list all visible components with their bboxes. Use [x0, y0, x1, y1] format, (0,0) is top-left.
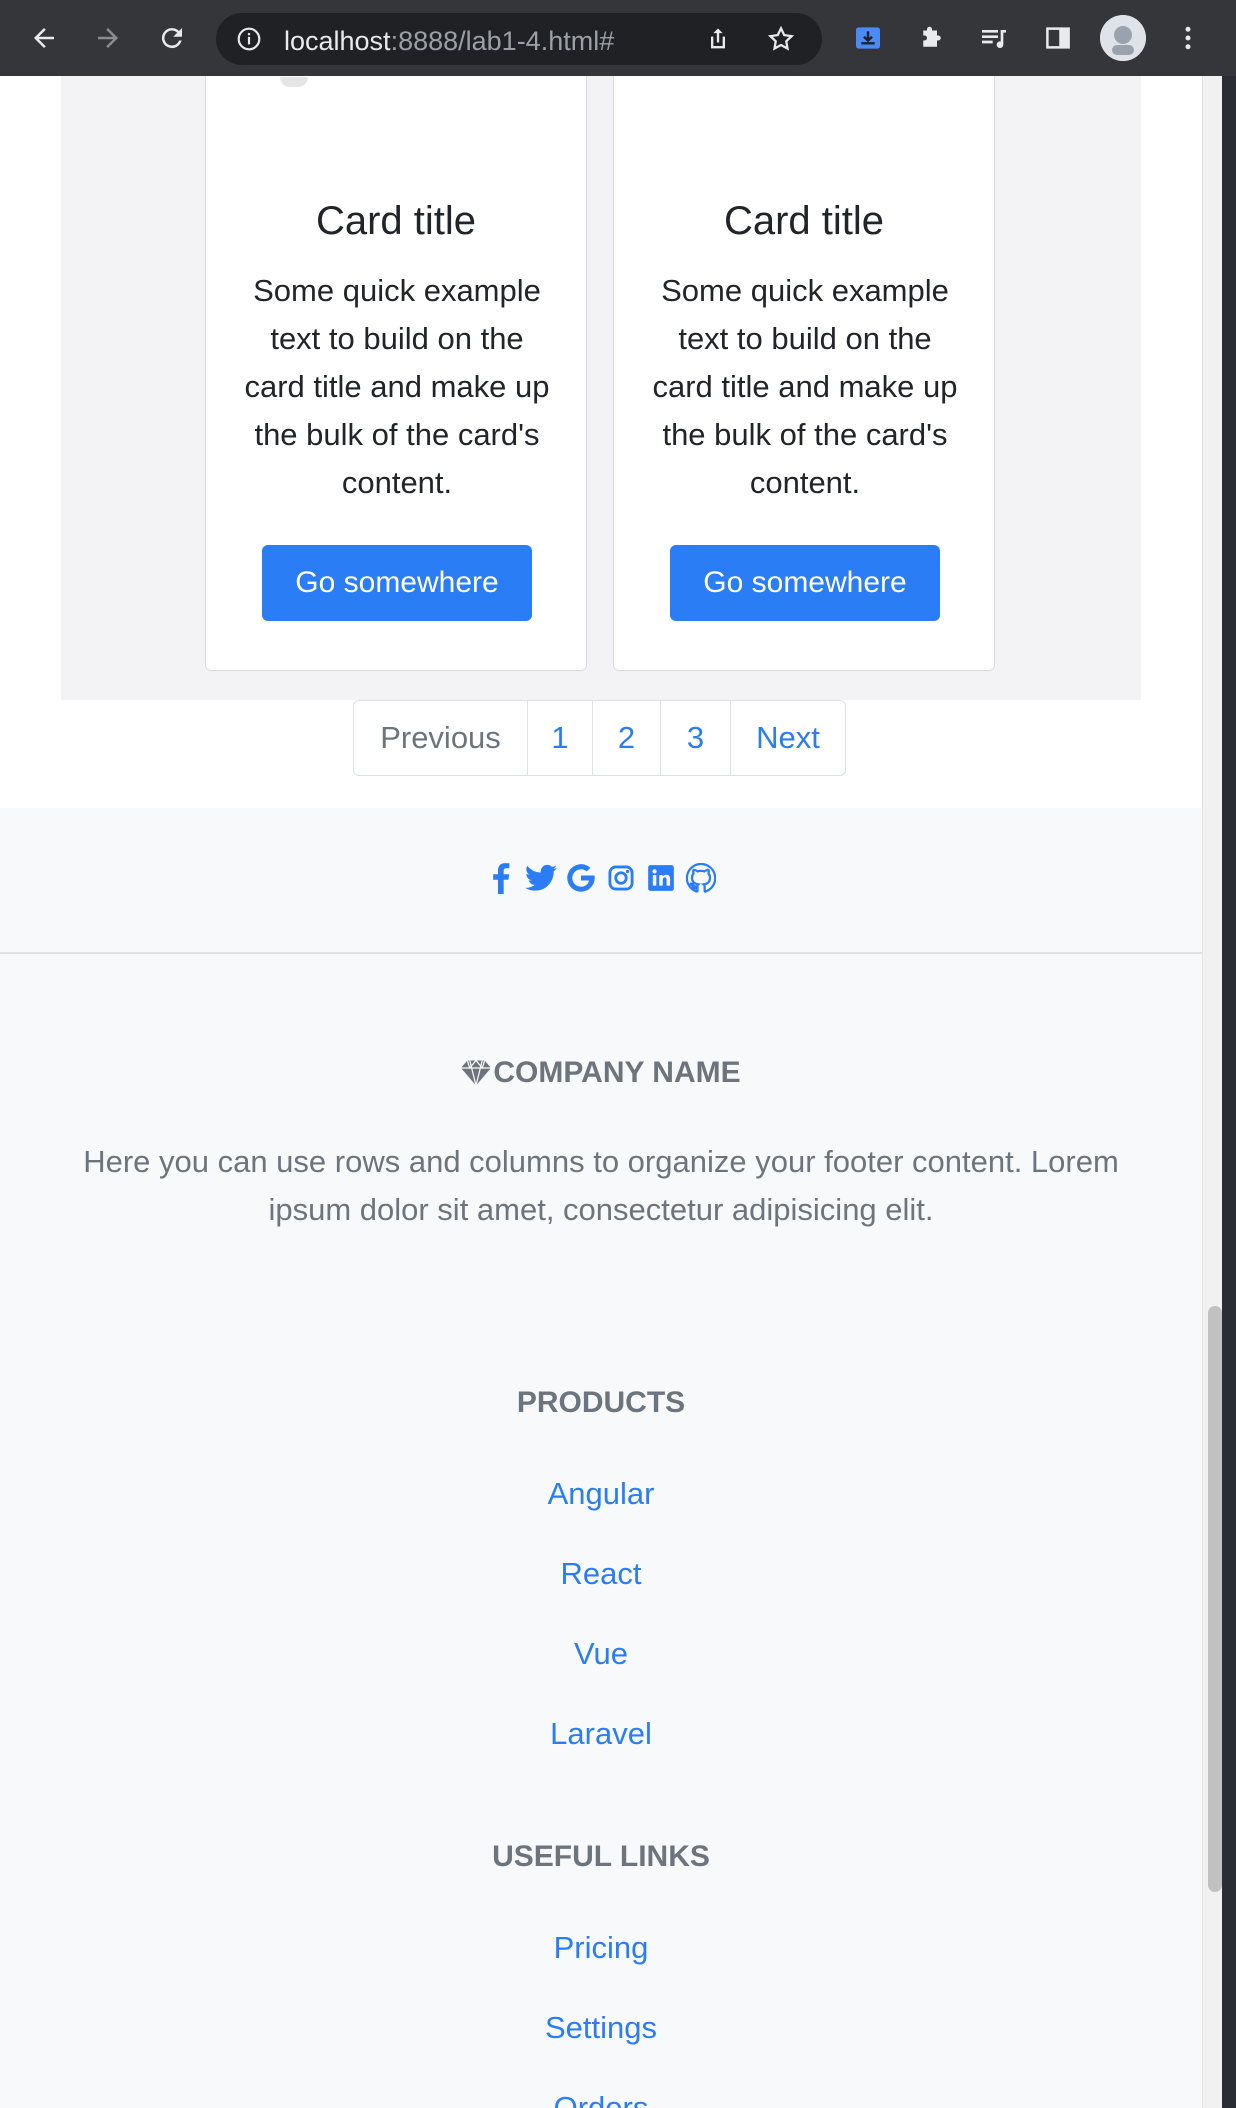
pagination: Previous 1 2 3 Next [353, 700, 846, 776]
forward-arrow-icon [98, 28, 118, 48]
footer-link-angular[interactable]: Angular [0, 1476, 1202, 1512]
pagination-next[interactable]: Next [730, 701, 845, 775]
site-info-icon[interactable] [236, 26, 262, 57]
footer-link-orders[interactable]: Orders [0, 2090, 1202, 2108]
side-panel-button[interactable] [1036, 16, 1080, 60]
card-2: Card title Some quick example text to bu… [613, 76, 995, 671]
media-control-button[interactable] [972, 16, 1016, 60]
reload-button[interactable] [150, 16, 194, 60]
pagination-page-1[interactable]: 1 [527, 701, 592, 775]
back-button[interactable] [22, 16, 66, 60]
card-title: Card title [315, 199, 477, 243]
card-image [280, 77, 308, 87]
footer-description: Here you can use rows and columns to org… [83, 1144, 1119, 1227]
playlist-icon [982, 30, 1006, 49]
puzzle-icon [923, 26, 941, 47]
downloads-extension-button[interactable] [846, 16, 890, 60]
card-title: Card title [723, 199, 885, 243]
facebook-icon[interactable] [485, 860, 517, 896]
twitter-icon[interactable] [525, 860, 557, 896]
footer-link-pricing[interactable]: Pricing [0, 1930, 1202, 1966]
share-icon[interactable] [704, 25, 732, 58]
pagination-previous[interactable]: Previous [354, 701, 527, 775]
back-arrow-icon [34, 28, 54, 48]
company-name: COMPANY NAME [493, 1056, 741, 1089]
google-icon[interactable] [565, 860, 597, 896]
browser-toolbar: localhost:8888/lab1-4.html# [0, 0, 1236, 76]
card-gallery: Card title Some quick example text to bu… [61, 76, 1141, 700]
pagination-page-2[interactable]: 2 [592, 701, 660, 775]
url-host: localhost [284, 26, 391, 56]
social-links [0, 860, 1202, 900]
footer-link-settings[interactable]: Settings [0, 2010, 1202, 2046]
card-text: Some quick example text to build on the … [652, 273, 958, 500]
pagination-page-3[interactable]: 3 [660, 701, 730, 775]
profile-avatar[interactable] [1100, 15, 1146, 61]
extensions-button[interactable] [910, 16, 954, 60]
github-icon[interactable] [685, 860, 717, 896]
download-box-icon [856, 27, 880, 49]
footer: COMPANY NAME Here you can use rows and c… [0, 808, 1202, 2108]
card-text: Some quick example text to build on the … [244, 273, 550, 500]
reload-icon [161, 28, 182, 49]
side-panel-icon [1046, 27, 1070, 49]
url-path: :8888/lab1-4.html# [390, 26, 615, 56]
products-heading: PRODUCTS [516, 1386, 686, 1419]
url-text: localhost:8888/lab1-4.html# [284, 26, 614, 57]
scrollbar-thumb[interactable] [1208, 1306, 1222, 1892]
address-bar[interactable]: localhost:8888/lab1-4.html# [216, 13, 822, 65]
page-viewport: Card title Some quick example text to bu… [0, 76, 1202, 2108]
linkedin-icon[interactable] [645, 860, 677, 896]
forward-button[interactable] [86, 16, 130, 60]
useful-links-heading: USEFUL LINKS [492, 1840, 710, 1873]
go-somewhere-button[interactable]: Go somewhere [670, 545, 940, 621]
footer-link-vue[interactable]: Vue [0, 1636, 1202, 1672]
card-1: Card title Some quick example text to bu… [205, 76, 587, 671]
footer-link-laravel[interactable]: Laravel [0, 1716, 1202, 1752]
footer-link-react[interactable]: React [0, 1556, 1202, 1592]
chrome-menu-button[interactable] [1166, 16, 1210, 60]
bookmark-star-icon[interactable] [766, 24, 796, 59]
footer-divider [0, 952, 1202, 954]
instagram-icon[interactable] [605, 860, 637, 896]
kebab-menu-icon [1185, 26, 1191, 50]
go-somewhere-button[interactable]: Go somewhere [262, 545, 532, 621]
gem-icon [461, 1059, 492, 1086]
company-heading: COMPANY NAME [0, 1056, 1202, 1090]
